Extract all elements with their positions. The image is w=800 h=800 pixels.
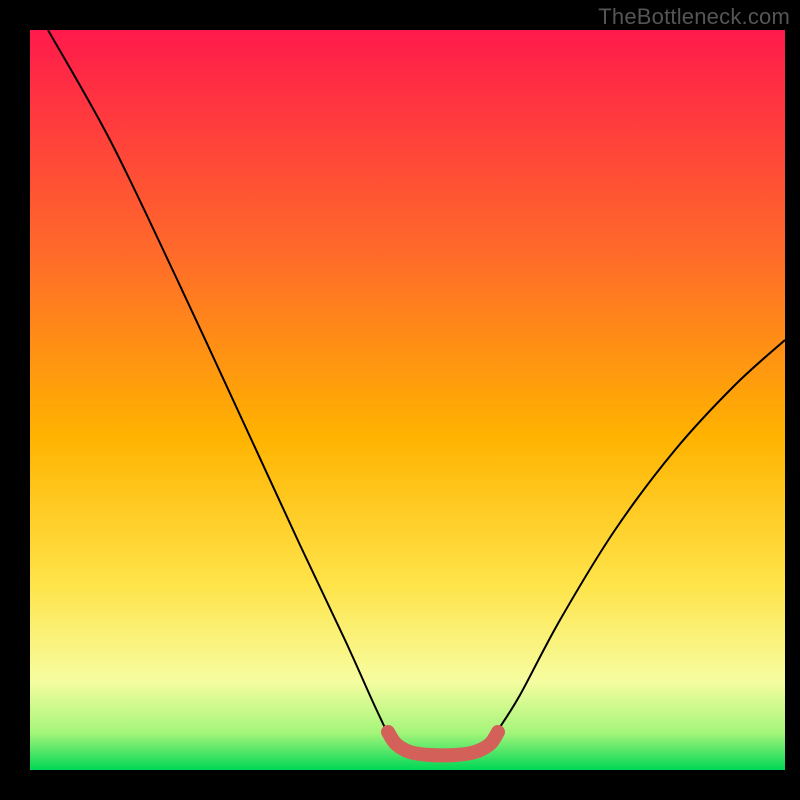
watermark-text: TheBottleneck.com: [598, 4, 790, 30]
chart-stage: TheBottleneck.com: [0, 0, 800, 800]
plot-background: [30, 30, 785, 770]
chart-svg: [0, 0, 800, 800]
